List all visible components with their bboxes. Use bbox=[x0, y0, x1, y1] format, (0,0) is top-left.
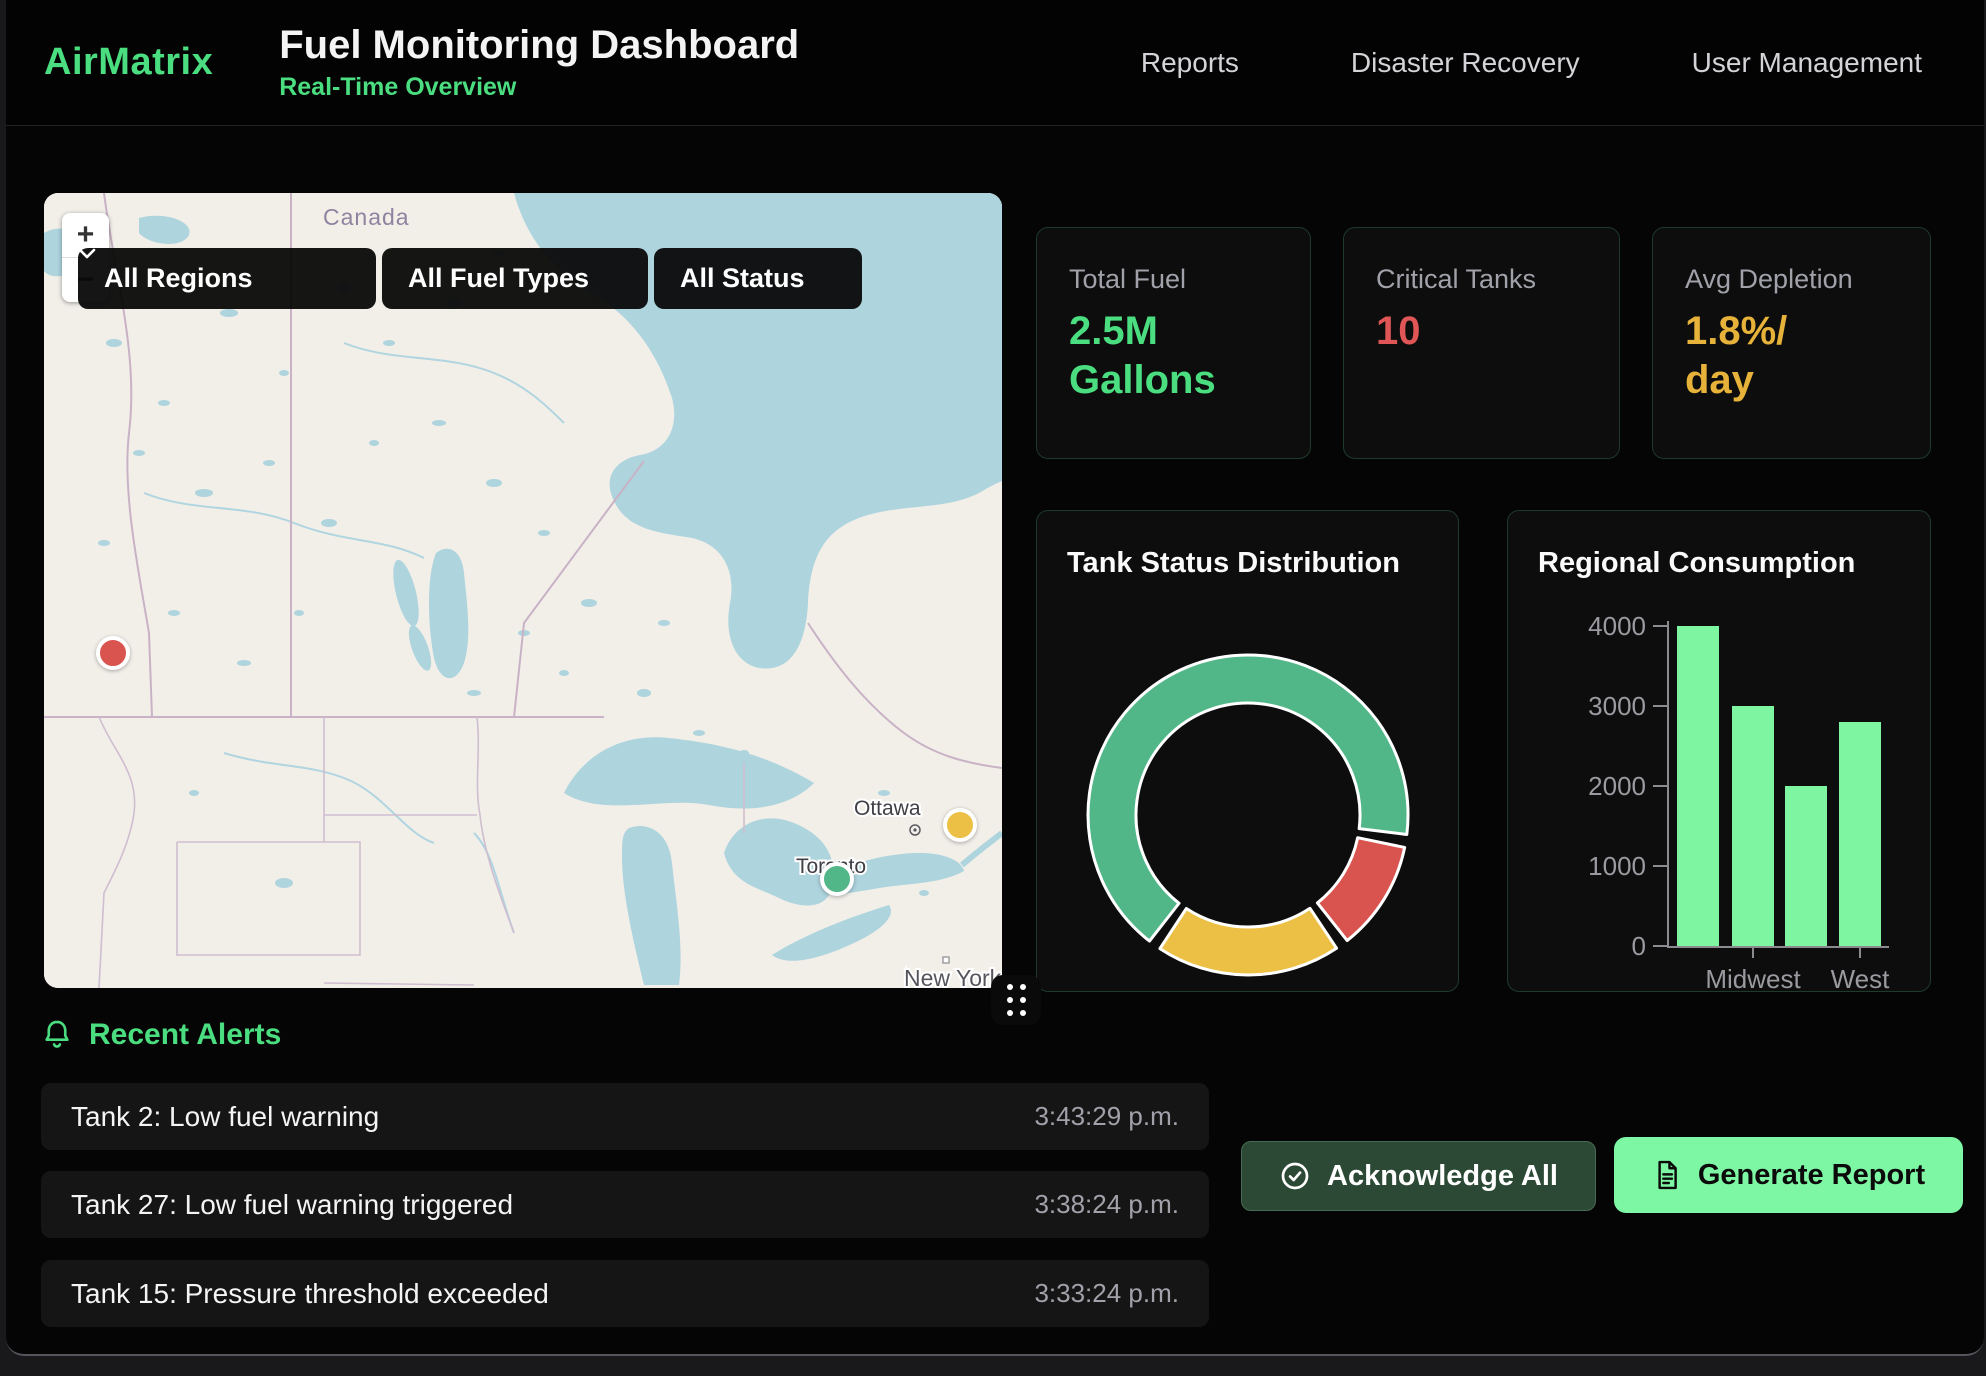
y-tick bbox=[1653, 705, 1667, 707]
regional-consumption-card: Regional Consumption 01000200030004000Mi… bbox=[1507, 510, 1931, 992]
bar-midwest bbox=[1732, 706, 1774, 946]
bar-region-3 bbox=[1785, 786, 1827, 946]
alert-row[interactable]: Tank 27: Low fuel warning triggered 3:38:… bbox=[41, 1171, 1209, 1238]
header: AirMatrix Fuel Monitoring Dashboard Real… bbox=[6, 0, 1984, 126]
map-panel[interactable]: Canada Ottawa Toronto New York + − All R… bbox=[44, 193, 1002, 988]
tank-marker-critical[interactable] bbox=[96, 636, 130, 670]
x-tick-label: West bbox=[1790, 964, 1930, 995]
alerts-title: Recent Alerts bbox=[89, 1018, 281, 1052]
bar-x-axis bbox=[1667, 946, 1889, 948]
y-tick-label: 1000 bbox=[1554, 851, 1646, 882]
stat-value: 10 bbox=[1376, 307, 1587, 356]
y-tick bbox=[1653, 785, 1667, 787]
stat-label: Avg Depletion bbox=[1685, 264, 1898, 295]
map-label-canada: Canada bbox=[323, 204, 410, 230]
map-label-ottawa: Ottawa bbox=[854, 797, 921, 820]
donut-chart-title: Tank Status Distribution bbox=[1067, 547, 1400, 580]
map-label-new-york: New York bbox=[904, 965, 1002, 988]
alert-timestamp: 3:43:29 p.m. bbox=[1034, 1101, 1179, 1132]
y-tick-label: 3000 bbox=[1554, 691, 1646, 722]
app-logo: AirMatrix bbox=[44, 41, 213, 84]
alert-row[interactable]: Tank 15: Pressure threshold exceeded 3:33… bbox=[41, 1260, 1209, 1327]
nav-item-disaster-recovery[interactable]: Disaster Recovery bbox=[1351, 47, 1580, 79]
donut-segment-critical bbox=[1317, 838, 1404, 941]
title-block: Fuel Monitoring Dashboard Real-Time Over… bbox=[279, 23, 799, 102]
filter-dropdown-all-status[interactable]: All Status bbox=[654, 248, 862, 309]
bell-icon bbox=[41, 1018, 73, 1052]
stat-value: 2.5MGallons bbox=[1069, 307, 1278, 405]
alert-message: Tank 2: Low fuel warning bbox=[71, 1101, 379, 1133]
bar-region-1 bbox=[1677, 626, 1719, 946]
alerts-header: Recent Alerts bbox=[41, 1018, 281, 1052]
tank-marker-warning[interactable] bbox=[943, 808, 977, 842]
dashboard-frame: AirMatrix Fuel Monitoring Dashboard Real… bbox=[6, 0, 1984, 1356]
generate-report-label: Generate Report bbox=[1698, 1159, 1925, 1192]
acknowledge-all-label: Acknowledge All bbox=[1327, 1160, 1558, 1193]
header-nav: Reports Disaster Recovery User Management bbox=[1141, 47, 1922, 79]
filter-dropdown-all-regions[interactable]: All Regions bbox=[78, 248, 376, 309]
check-circle-icon bbox=[1279, 1160, 1311, 1192]
y-tick-label: 2000 bbox=[1554, 771, 1646, 802]
regional-consumption-bar-chart: 01000200030004000MidwestWest bbox=[1508, 511, 1932, 993]
alert-timestamp: 3:38:24 p.m. bbox=[1034, 1189, 1179, 1220]
generate-report-button[interactable]: Generate Report bbox=[1614, 1137, 1963, 1213]
y-tick bbox=[1653, 865, 1667, 867]
acknowledge-all-button[interactable]: Acknowledge All bbox=[1241, 1141, 1596, 1211]
stat-label: Total Fuel bbox=[1069, 264, 1278, 295]
alert-message: Tank 27: Low fuel warning triggered bbox=[71, 1189, 513, 1221]
filter-label: All Fuel Types bbox=[408, 263, 589, 294]
alert-timestamp: 3:33:24 p.m. bbox=[1034, 1278, 1179, 1309]
filter-label: All Status bbox=[680, 263, 805, 294]
alert-message: Tank 15: Pressure threshold exceeded bbox=[71, 1278, 549, 1310]
map-canvas: Canada Ottawa Toronto New York bbox=[44, 193, 1002, 988]
stat-label: Critical Tanks bbox=[1376, 264, 1587, 295]
tank-status-donut-chart bbox=[1037, 511, 1460, 993]
map-filters: All Regions All Fuel Types All Status bbox=[78, 248, 862, 309]
nav-item-reports[interactable]: Reports bbox=[1141, 47, 1239, 79]
bar-west bbox=[1839, 722, 1881, 946]
stat-card-critical-tanks: Critical Tanks 10 bbox=[1343, 227, 1620, 459]
y-tick bbox=[1653, 625, 1667, 627]
alert-row[interactable]: Tank 2: Low fuel warning 3:43:29 p.m. bbox=[41, 1083, 1209, 1150]
donut-segment-warning bbox=[1160, 908, 1337, 975]
stat-card-avg-depletion: Avg Depletion 1.8%/day bbox=[1652, 227, 1931, 459]
filter-label: All Regions bbox=[104, 263, 253, 294]
x-tick bbox=[1859, 948, 1861, 958]
tank-marker-normal[interactable] bbox=[820, 862, 854, 896]
tank-status-card: Tank Status Distribution bbox=[1036, 510, 1459, 992]
filter-dropdown-all-fuel-types[interactable]: All Fuel Types bbox=[382, 248, 648, 309]
bar-y-axis bbox=[1667, 621, 1669, 946]
chevron-down-icon bbox=[78, 248, 96, 259]
y-tick-label: 0 bbox=[1554, 931, 1646, 962]
y-tick bbox=[1653, 945, 1667, 947]
x-tick bbox=[1752, 948, 1754, 958]
page-subtitle: Real-Time Overview bbox=[279, 73, 799, 102]
report-document-icon bbox=[1652, 1159, 1682, 1191]
stat-value: 1.8%/day bbox=[1685, 307, 1898, 405]
y-tick-label: 4000 bbox=[1554, 611, 1646, 642]
page-title: Fuel Monitoring Dashboard bbox=[279, 23, 799, 67]
stat-card-total-fuel: Total Fuel 2.5MGallons bbox=[1036, 227, 1311, 459]
nav-item-user-management[interactable]: User Management bbox=[1692, 47, 1922, 79]
panel-drag-handle-icon[interactable] bbox=[991, 975, 1041, 1025]
